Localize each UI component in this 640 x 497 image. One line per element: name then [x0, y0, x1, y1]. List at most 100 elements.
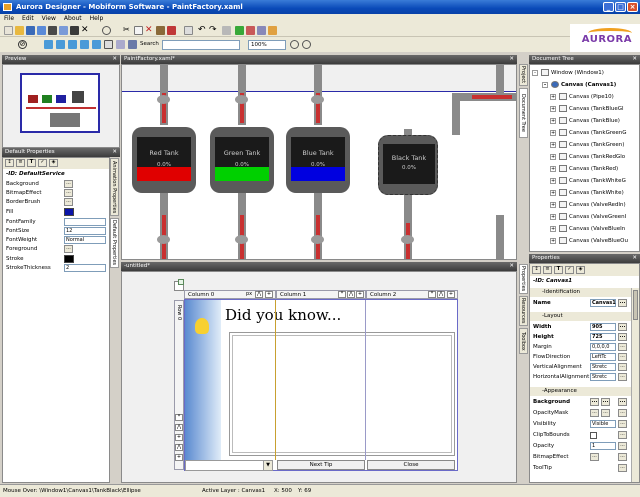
horizontalalignment-select[interactable]: Stretc [590, 373, 616, 381]
close-tip-button[interactable]: Close [367, 460, 455, 470]
cut-icon[interactable]: ✂ [123, 26, 132, 35]
prop-edit-button[interactable]: ... [618, 409, 627, 417]
menu-view[interactable]: View [38, 14, 60, 24]
tip-text-area[interactable] [229, 332, 455, 456]
visibility-select[interactable]: Visible [590, 420, 616, 428]
tree-item[interactable]: + Canvas (ValveBlueIn [550, 223, 625, 235]
close-button[interactable]: × [627, 2, 638, 12]
rotate-icon[interactable] [116, 40, 125, 49]
new-icon[interactable] [4, 26, 13, 35]
align-center-icon[interactable] [56, 40, 65, 49]
properties-scrollbar[interactable] [631, 288, 639, 482]
prop-edit-button[interactable]: ... [618, 373, 627, 381]
section-identification[interactable]: -Identification [530, 288, 631, 297]
fontsize-input[interactable]: 12 [64, 227, 106, 235]
prop-edit-button[interactable]: ... [64, 189, 73, 197]
flowdirection-select[interactable]: LeftTc [590, 353, 616, 361]
column-add-icon[interactable]: + [356, 291, 364, 298]
tab-toolbox[interactable]: Toolbox [519, 328, 528, 354]
tip-category-select[interactable]: ▼ [185, 460, 273, 471]
publish-icon[interactable] [268, 26, 277, 35]
prop-edit-button[interactable]: ... [64, 180, 73, 188]
collapse-icon[interactable]: - [532, 69, 538, 76]
text-icon[interactable]: T [27, 159, 36, 167]
align-top-icon[interactable] [80, 40, 89, 49]
tab-animation-properties[interactable]: Animation Properties [110, 158, 119, 216]
open-icon[interactable] [15, 26, 24, 35]
verticalalignment-select[interactable]: Stretc [590, 363, 616, 371]
undo-icon[interactable]: ↶ [198, 26, 207, 35]
prop-edit-button[interactable]: ... [601, 398, 610, 406]
column-star-icon[interactable]: * [428, 291, 436, 298]
palette-icon[interactable]: ◈ [49, 159, 58, 167]
prop-edit-button[interactable]: ... [618, 464, 627, 472]
tree-item[interactable]: + Canvas (TankWhiteG [550, 175, 626, 187]
tree-item[interactable]: + Canvas (ValveBlueOu [550, 235, 628, 247]
column-resize-icon[interactable]: ⋀ [347, 291, 355, 298]
row-add-icon[interactable]: + [175, 454, 183, 461]
prop-edit-button[interactable]: ... [618, 363, 627, 371]
column-resize-icon[interactable]: ⋀ [255, 291, 263, 298]
column-add-icon[interactable]: + [447, 291, 455, 298]
name-input[interactable]: Canvas1 [590, 299, 616, 307]
run-icon[interactable] [235, 26, 244, 35]
prop-edit-button[interactable]: ... [64, 198, 73, 206]
height-input[interactable]: 725 [590, 333, 616, 341]
maximize-button[interactable]: □ [615, 2, 626, 12]
menu-help[interactable]: Help [86, 14, 108, 24]
menu-edit[interactable]: Edit [18, 14, 38, 24]
prop-edit-button[interactable]: ... [601, 409, 610, 417]
check-icon[interactable]: ✓ [38, 159, 47, 167]
green-tank[interactable]: Green Tank 0.0% [210, 127, 274, 193]
categorize-icon[interactable]: ≡ [543, 266, 552, 274]
prop-edit-button[interactable]: ... [618, 453, 627, 461]
sort-az-icon[interactable]: ↕ [5, 159, 14, 167]
column-star-icon[interactable]: * [338, 291, 346, 298]
valve[interactable] [311, 235, 324, 244]
zoom-in-icon[interactable] [290, 40, 299, 49]
column-resize-icon[interactable]: ⋀ [437, 291, 445, 298]
valve[interactable] [401, 235, 414, 244]
black-tank[interactable]: Black Tank 0.0% [378, 135, 438, 195]
zoom-out-icon[interactable] [302, 40, 311, 49]
collapse-icon[interactable]: - [542, 81, 548, 88]
tree-root[interactable]: - Window (Window1) [532, 67, 604, 79]
tab-document-tree[interactable]: Document Tree [519, 88, 528, 138]
fill-color-swatch[interactable] [64, 208, 74, 216]
tab-default-properties[interactable]: Default Properties [110, 218, 119, 268]
minimize-button[interactable]: _ [603, 2, 614, 12]
tab-resources[interactable]: Resources [519, 296, 528, 326]
tree-item[interactable]: + Canvas (TankBlue) [550, 115, 620, 127]
tree-canvas[interactable]: - Canvas (Canvas1) [542, 79, 616, 91]
zoom-icon[interactable] [102, 26, 111, 35]
section-layout[interactable]: -Layout [530, 312, 631, 321]
row-resize-icon[interactable]: ⋀ [175, 444, 183, 451]
search-input[interactable] [162, 40, 240, 50]
prop-edit-button[interactable]: ... [618, 398, 627, 406]
select-icon[interactable] [184, 26, 193, 35]
valve[interactable] [235, 235, 248, 244]
menu-about[interactable]: About [60, 14, 86, 24]
tab-properties[interactable]: Properties [519, 264, 528, 294]
column-unit[interactable]: px [246, 291, 252, 297]
tree-item[interactable]: + Canvas (TankGreenG [550, 127, 627, 139]
chevron-down-icon[interactable]: ▼ [263, 461, 272, 470]
preview-icon[interactable] [59, 26, 68, 35]
categorize-icon[interactable]: ≡ [16, 159, 25, 167]
tree-item[interactable]: + Canvas (TankRed) [550, 163, 618, 175]
save-all-icon[interactable] [37, 26, 46, 35]
sort-az-icon[interactable]: ↕ [532, 266, 541, 274]
open-folder-icon[interactable] [70, 26, 79, 35]
tree-item[interactable]: + Canvas (TankRedGlo [550, 151, 625, 163]
tree-item[interactable]: + Canvas (TankBlueGl [550, 103, 624, 115]
prop-edit-button[interactable]: ... [618, 442, 627, 450]
default-properties-close-icon[interactable]: ✕ [112, 148, 117, 157]
margin-input[interactable]: 0,0,0,0 [590, 343, 616, 351]
stroke-color-swatch[interactable] [64, 255, 74, 263]
valve[interactable] [157, 235, 170, 244]
prop-edit-button[interactable]: ... [618, 323, 627, 331]
untitled-tab[interactable]: -untitled* ✕ [121, 262, 517, 271]
delete-icon[interactable]: ✕ [81, 26, 90, 35]
format-icon[interactable] [167, 26, 176, 35]
zoom-select[interactable]: 100% [248, 40, 286, 50]
